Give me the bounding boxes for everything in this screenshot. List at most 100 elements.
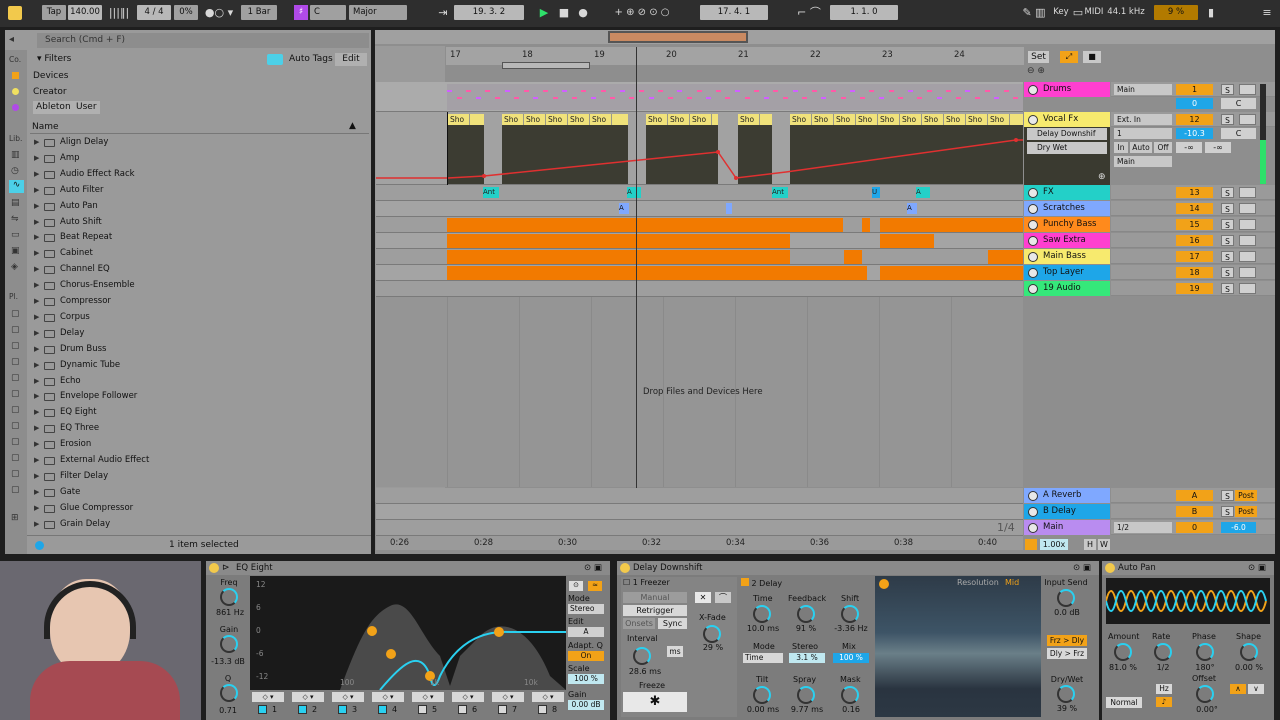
- arm-session-icon[interactable]: ⤢: [1060, 51, 1078, 63]
- midi-map-button[interactable]: MIDI: [1083, 5, 1105, 20]
- track-number[interactable]: 15: [1176, 219, 1213, 230]
- filter-type-menu[interactable]: ◇ ▾: [332, 692, 364, 702]
- freezer-check-icon[interactable]: ☐: [623, 578, 633, 587]
- browser-list-item[interactable]: ▶ Compressor: [30, 294, 368, 310]
- browser-list-item[interactable]: ▶ Filter Delay: [30, 469, 368, 485]
- browser-list-item[interactable]: ▶ Grain Delay: [30, 517, 368, 533]
- solo-button[interactable]: S: [1221, 506, 1234, 517]
- clock-icon[interactable]: ◷: [11, 166, 19, 176]
- top-layer-clip-2[interactable]: [880, 266, 1023, 280]
- expand-triangle-icon[interactable]: ▶: [34, 469, 39, 485]
- devices-filter[interactable]: Devices: [33, 71, 68, 81]
- eq-band-control[interactable]: ◇ ▾ 8: [530, 692, 568, 718]
- main-bass-lane[interactable]: [376, 249, 1023, 265]
- monitor-auto-button[interactable]: Auto: [1130, 142, 1152, 153]
- fold-icon[interactable]: [1028, 523, 1038, 533]
- fold-icon[interactable]: [1028, 220, 1038, 230]
- midi-note[interactable]: [619, 90, 625, 92]
- midi-note[interactable]: [859, 97, 865, 99]
- track-number[interactable]: 1: [1176, 84, 1213, 95]
- browser-list-item[interactable]: ▶ Amp: [30, 151, 368, 167]
- folder-icon-3[interactable]: ▢: [11, 341, 20, 351]
- draw-mode-icon[interactable]: ✎ ▥: [1018, 5, 1050, 20]
- monitor-in-button[interactable]: In: [1114, 142, 1128, 153]
- midi-note[interactable]: [965, 90, 971, 92]
- top-layer-clip[interactable]: [447, 266, 867, 280]
- favorite-purple-icon[interactable]: [12, 104, 19, 111]
- h-button[interactable]: H: [1084, 539, 1096, 550]
- midi-note[interactable]: [466, 90, 472, 92]
- midi-note[interactable]: [888, 90, 894, 92]
- search-input[interactable]: Search (Cmd + F): [37, 33, 369, 48]
- overview-bar[interactable]: [375, 30, 1275, 44]
- loop-start-field[interactable]: 17. 4. 1: [700, 5, 768, 20]
- midi-note[interactable]: [984, 90, 990, 92]
- track-header[interactable]: Top Layer: [1024, 265, 1110, 280]
- midi-note[interactable]: [504, 90, 510, 92]
- expand-triangle-icon[interactable]: ▶: [34, 310, 39, 326]
- midi-note[interactable]: [907, 90, 913, 92]
- expand-triangle-icon[interactable]: ▶: [34, 294, 39, 310]
- expand-triangle-icon[interactable]: ▶: [34, 437, 39, 453]
- eq-band-control[interactable]: ◇ ▾ 2: [290, 692, 328, 718]
- mode-menu[interactable]: Time: [743, 653, 783, 663]
- eq-freq-knob[interactable]: [220, 588, 238, 606]
- fold-icon[interactable]: [1028, 252, 1038, 262]
- fx-clip-1[interactable]: Ant: [483, 187, 499, 198]
- follow-icon[interactable]: ⇥: [436, 5, 450, 20]
- expand-triangle-icon[interactable]: ▶: [34, 183, 39, 199]
- fold-icon[interactable]: [1028, 188, 1038, 198]
- monitor-off-button[interactable]: Off: [1154, 142, 1172, 153]
- folder-icon-4[interactable]: ▢: [11, 357, 20, 367]
- arm-button[interactable]: [1239, 251, 1256, 262]
- sync-button[interactable]: Sync: [658, 618, 687, 629]
- audio-19-lane[interactable]: [376, 281, 1023, 297]
- saw-extra-lane[interactable]: [376, 233, 1023, 249]
- expand-triangle-icon[interactable]: ▶: [34, 326, 39, 342]
- track-header[interactable]: Punchy Bass: [1024, 217, 1110, 232]
- punchy-bass-clip[interactable]: [447, 218, 843, 232]
- track-header[interactable]: Drums: [1024, 82, 1110, 97]
- midi-note[interactable]: [735, 90, 740, 92]
- filter-type-menu[interactable]: ◇ ▾: [252, 692, 284, 702]
- midi-note[interactable]: [744, 97, 750, 99]
- midi-note[interactable]: [495, 97, 500, 99]
- midi-note[interactable]: [658, 90, 664, 92]
- delay-settings-icon[interactable]: ⊙ ▣: [1073, 561, 1091, 575]
- device-power-icon[interactable]: [209, 563, 219, 573]
- solo-button[interactable]: S: [1221, 219, 1234, 230]
- expand-triangle-icon[interactable]: ▶: [34, 278, 39, 294]
- phase-knob[interactable]: [1196, 643, 1214, 661]
- midi-note[interactable]: [715, 90, 721, 92]
- expand-triangle-icon[interactable]: ▶: [34, 342, 39, 358]
- top-layer-lane[interactable]: [376, 265, 1023, 281]
- folder-icon-1[interactable]: ▢: [11, 309, 20, 319]
- autopan-settings-icon[interactable]: ⊙ ▣: [1248, 561, 1266, 575]
- nudge-icon[interactable]: |||‖|: [104, 5, 134, 20]
- browser-list-item[interactable]: ▶ EQ Three: [30, 421, 368, 437]
- midi-note[interactable]: [677, 90, 683, 92]
- autopan-power-icon[interactable]: [1105, 563, 1115, 573]
- name-column-header[interactable]: Name: [30, 120, 369, 134]
- expand-triangle-icon[interactable]: ▶: [34, 215, 39, 231]
- time-ruler[interactable]: 0:26 0:28 0:30 0:32 0:34 0:36 0:38 0:40: [376, 536, 1023, 550]
- filter-type-menu[interactable]: ◇ ▾: [292, 692, 324, 702]
- return-letter[interactable]: B: [1176, 506, 1213, 517]
- track-number[interactable]: 17: [1176, 251, 1213, 262]
- track-number[interactable]: 12: [1176, 114, 1213, 125]
- delay-power-icon[interactable]: [620, 563, 630, 573]
- browser-list-item[interactable]: ▶ Echo: [30, 374, 368, 390]
- fold-icon[interactable]: [1028, 204, 1038, 214]
- sounds-icon[interactable]: ▥: [11, 150, 20, 160]
- browser-list-item[interactable]: ▶ Auto Shift: [30, 215, 368, 231]
- midi-note[interactable]: [773, 90, 779, 92]
- record-icon[interactable]: ●: [576, 5, 590, 20]
- midi-note[interactable]: [629, 97, 635, 99]
- eq-band-control[interactable]: ◇ ▾ 6: [450, 692, 488, 718]
- drums-lane[interactable]: [376, 82, 1023, 112]
- midi-note[interactable]: [1013, 97, 1019, 99]
- clips-icon[interactable]: ▭: [11, 230, 20, 240]
- midi-effects-icon[interactable]: ▤: [11, 198, 20, 208]
- loop-length-field[interactable]: 1. 1. 0: [830, 5, 898, 20]
- eq-band-control[interactable]: ◇ ▾ 5: [410, 692, 448, 718]
